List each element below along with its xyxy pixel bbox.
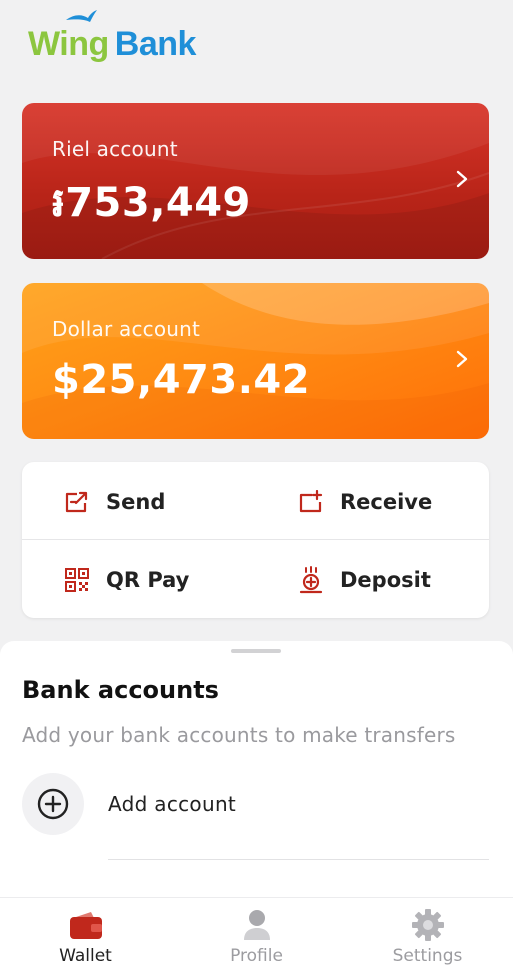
send-button[interactable]: Send <box>62 482 165 522</box>
send-label: Send <box>106 490 166 514</box>
plus-circle-icon <box>22 773 84 835</box>
qr-code-icon <box>62 565 92 595</box>
tab-settings[interactable]: Settings <box>342 898 513 980</box>
gear-icon <box>410 908 446 942</box>
bottom-tab-bar: Wallet Profile Settings <box>0 897 513 980</box>
dollar-account-card[interactable]: Dollar account $25,473.42 <box>22 283 489 439</box>
qr-pay-button[interactable]: QR Pay <box>62 560 189 600</box>
list-divider <box>108 859 489 860</box>
bank-accounts-sheet: Bank accounts Add your bank accounts to … <box>0 641 513 899</box>
deposit-label: Deposit <box>340 568 431 592</box>
bank-accounts-subtitle: Add your bank accounts to make transfers <box>22 723 456 747</box>
add-account-label: Add account <box>108 792 237 816</box>
tab-profile-label: Profile <box>230 946 283 966</box>
chevron-right-icon[interactable] <box>455 169 469 189</box>
bird-logo-icon <box>66 10 97 22</box>
tab-wallet-label: Wallet <box>59 946 112 966</box>
sheet-drag-handle[interactable] <box>231 649 281 653</box>
actions-divider <box>22 539 489 540</box>
receive-label: Receive <box>340 490 433 514</box>
receive-button[interactable]: Receive <box>296 482 432 522</box>
riel-account-card[interactable]: Riel account ៛753,449 <box>22 103 489 259</box>
quick-actions-panel: Send Receive QR Pay Deposit <box>22 462 489 618</box>
riel-account-balance: ៛753,449 <box>52 180 251 226</box>
deposit-icon <box>296 565 326 595</box>
receive-icon <box>296 487 326 517</box>
wing-bank-logo: Wing Bank <box>28 10 196 64</box>
tab-wallet[interactable]: Wallet <box>0 898 171 980</box>
qr-pay-label: QR Pay <box>106 568 190 592</box>
chevron-right-icon[interactable] <box>455 349 469 369</box>
deposit-button[interactable]: Deposit <box>296 560 431 600</box>
dollar-account-balance: $25,473.42 <box>52 357 311 403</box>
add-account-button[interactable]: Add account <box>22 773 236 835</box>
profile-icon <box>239 908 275 942</box>
riel-account-label: Riel account <box>52 137 178 161</box>
dollar-account-label: Dollar account <box>52 317 201 341</box>
tab-profile[interactable]: Profile <box>171 898 342 980</box>
logo-bank-text: Bank <box>114 25 197 63</box>
logo-wing-text: Wing <box>28 25 109 63</box>
wallet-icon <box>68 908 104 942</box>
tab-settings-label: Settings <box>392 946 463 966</box>
send-icon <box>62 487 92 517</box>
bank-accounts-title: Bank accounts <box>22 676 219 704</box>
